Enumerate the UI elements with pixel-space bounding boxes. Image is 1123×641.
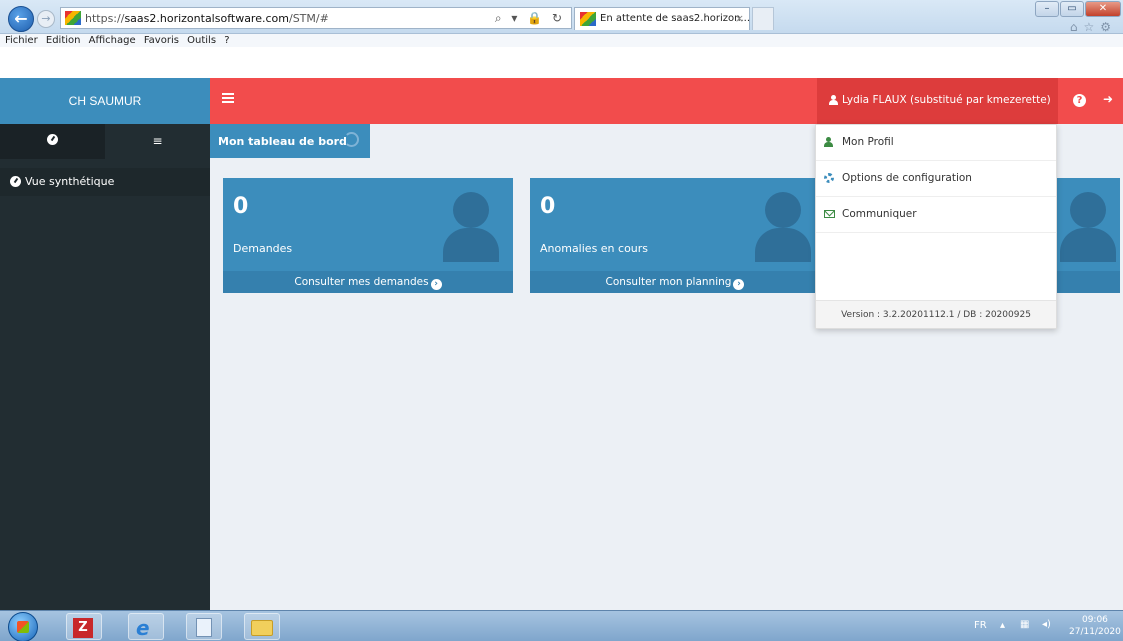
tray-expand-icon[interactable]: ▴ xyxy=(1000,620,1005,631)
tab-title: En attente de saas2.horizon... xyxy=(600,13,751,24)
menu-item-communiquer[interactable]: Communiquer xyxy=(816,197,1056,233)
settings-gear-icon[interactable]: ⚙ xyxy=(1100,20,1117,34)
forward-arrow-icon[interactable]: → xyxy=(37,10,55,28)
user-dropdown-menu: Mon Profil Options de configuration Comm… xyxy=(815,124,1057,329)
favorites-star-icon[interactable]: ☆ xyxy=(1083,20,1100,34)
logout-icon[interactable]: ➜ xyxy=(1103,92,1113,106)
version-info: Version : 3.2.20201112.1 / DB : 20200925 xyxy=(816,300,1056,328)
start-button[interactable] xyxy=(8,612,38,641)
menu-help[interactable]: ? xyxy=(224,34,229,47)
card-footer-link[interactable]: Consulter mon planning › xyxy=(530,271,820,293)
user-silhouette-icon xyxy=(443,192,499,262)
user-silhouette-icon xyxy=(755,192,811,262)
sidebar-tab-dashboard[interactable] xyxy=(0,124,105,159)
stat-card-demandes: 0 Demandes Consulter mes demandes › xyxy=(223,178,513,293)
address-bar[interactable]: https://saas2.horizontalsoftware.com/STM… xyxy=(60,7,572,29)
document-icon xyxy=(196,618,212,637)
volume-icon[interactable]: ◂) xyxy=(1042,619,1051,630)
card-label: Demandes xyxy=(233,242,293,255)
browser-toolbar-icons: ⌂☆⚙ xyxy=(1070,20,1117,34)
refresh-icon[interactable] xyxy=(344,132,359,147)
user-name: Lydia FLAUX (substitué par kmezerette) xyxy=(842,94,1051,106)
card-footer-link[interactable]: Consulter mes demandes › xyxy=(223,271,513,293)
card-label: Anomalies en cours xyxy=(540,242,649,255)
close-window-icon[interactable]: ✕ xyxy=(1085,1,1121,17)
card-count: 0 xyxy=(540,194,556,219)
menu-outils[interactable]: Outils xyxy=(187,34,216,47)
envelope-icon xyxy=(824,210,835,218)
arrow-circle-right-icon: › xyxy=(733,279,745,290)
arrow-circle-right-icon: › xyxy=(430,279,442,290)
browser-tab[interactable]: En attente de saas2.horizon... × xyxy=(574,7,750,30)
folder-icon xyxy=(251,620,273,636)
user-menu-button[interactable]: Lydia FLAUX (substitué par kmezerette) xyxy=(817,78,1058,124)
window-controls: – ▭ ✕ xyxy=(1034,1,1121,17)
browser-menubar: Fichier Edition Affichage Favoris Outils… xyxy=(0,34,1123,47)
stat-card-anomalies: 0 Anomalies en cours Consulter mon plann… xyxy=(530,178,820,293)
menu-edition[interactable]: Edition xyxy=(46,34,81,47)
page-gap-right xyxy=(210,47,1123,78)
top-navbar: Lydia FLAUX (substitué par kmezerette) ?… xyxy=(210,78,1123,124)
user-icon xyxy=(824,137,833,147)
tab-favicon-icon xyxy=(580,12,596,26)
gear-icon xyxy=(824,173,834,183)
taskbar-app-zimbra[interactable]: Z xyxy=(66,613,102,640)
menu-favoris[interactable]: Favoris xyxy=(144,34,179,47)
page-title: Mon tableau de bord xyxy=(218,135,347,148)
clock[interactable]: 09:06 27/11/2020 xyxy=(1069,614,1121,638)
menu-toggle-icon[interactable] xyxy=(222,93,234,103)
z-app-icon: Z xyxy=(73,618,93,638)
sidebar: ≡ Vue synthétique xyxy=(0,124,210,610)
new-tab-button[interactable] xyxy=(752,7,774,30)
taskbar-app-ie[interactable]: e xyxy=(128,613,164,640)
browser-titlebar: ← → https://saas2.horizontalsoftware.com… xyxy=(0,0,1123,34)
sidebar-item-vue-synthetique[interactable]: Vue synthétique xyxy=(0,168,210,196)
help-icon[interactable]: ? xyxy=(1073,94,1086,107)
site-favicon-icon xyxy=(65,11,81,25)
sidebar-item-label: Vue synthétique xyxy=(25,175,115,188)
dashboard-icon xyxy=(47,134,58,145)
windows-taskbar: Z e FR ▴ ▦ ◂) 09:06 27/11/2020 xyxy=(0,610,1123,641)
taskbar-app-document[interactable] xyxy=(186,613,222,640)
sidebar-tab-menu[interactable]: ≡ xyxy=(105,124,210,159)
brand-logo[interactable]: CH SAUMUR xyxy=(0,78,210,124)
back-arrow-icon[interactable]: ← xyxy=(8,6,34,32)
menu-fichier[interactable]: Fichier xyxy=(5,34,38,47)
network-icon[interactable]: ▦ xyxy=(1020,619,1029,630)
menu-item-mon-profil[interactable]: Mon Profil xyxy=(816,125,1056,161)
menu-item-options-configuration[interactable]: Options de configuration xyxy=(816,161,1056,197)
page-gap-left xyxy=(0,47,210,78)
tab-close-icon[interactable]: × xyxy=(735,12,744,25)
minimize-icon[interactable]: – xyxy=(1035,1,1059,17)
card-count: 0 xyxy=(233,194,249,219)
internet-explorer-icon: e xyxy=(136,616,150,640)
taskbar-app-explorer[interactable] xyxy=(244,613,280,640)
user-silhouette-icon xyxy=(1060,192,1116,262)
maximize-icon[interactable]: ▭ xyxy=(1060,1,1084,17)
menu-affichage[interactable]: Affichage xyxy=(89,34,136,47)
breadcrumb: Mon tableau de bord xyxy=(210,124,370,158)
address-url: https://saas2.horizontalsoftware.com/STM… xyxy=(85,12,329,25)
dashboard-icon xyxy=(10,176,21,187)
system-tray: FR ▴ ▦ ◂) 09:06 27/11/2020 xyxy=(958,611,1123,641)
home-icon[interactable]: ⌂ xyxy=(1070,20,1084,34)
user-icon xyxy=(829,95,838,105)
language-indicator[interactable]: FR xyxy=(974,620,987,631)
address-bar-icons[interactable]: ⌕ ▾ 🔒 ↻ xyxy=(495,11,565,26)
